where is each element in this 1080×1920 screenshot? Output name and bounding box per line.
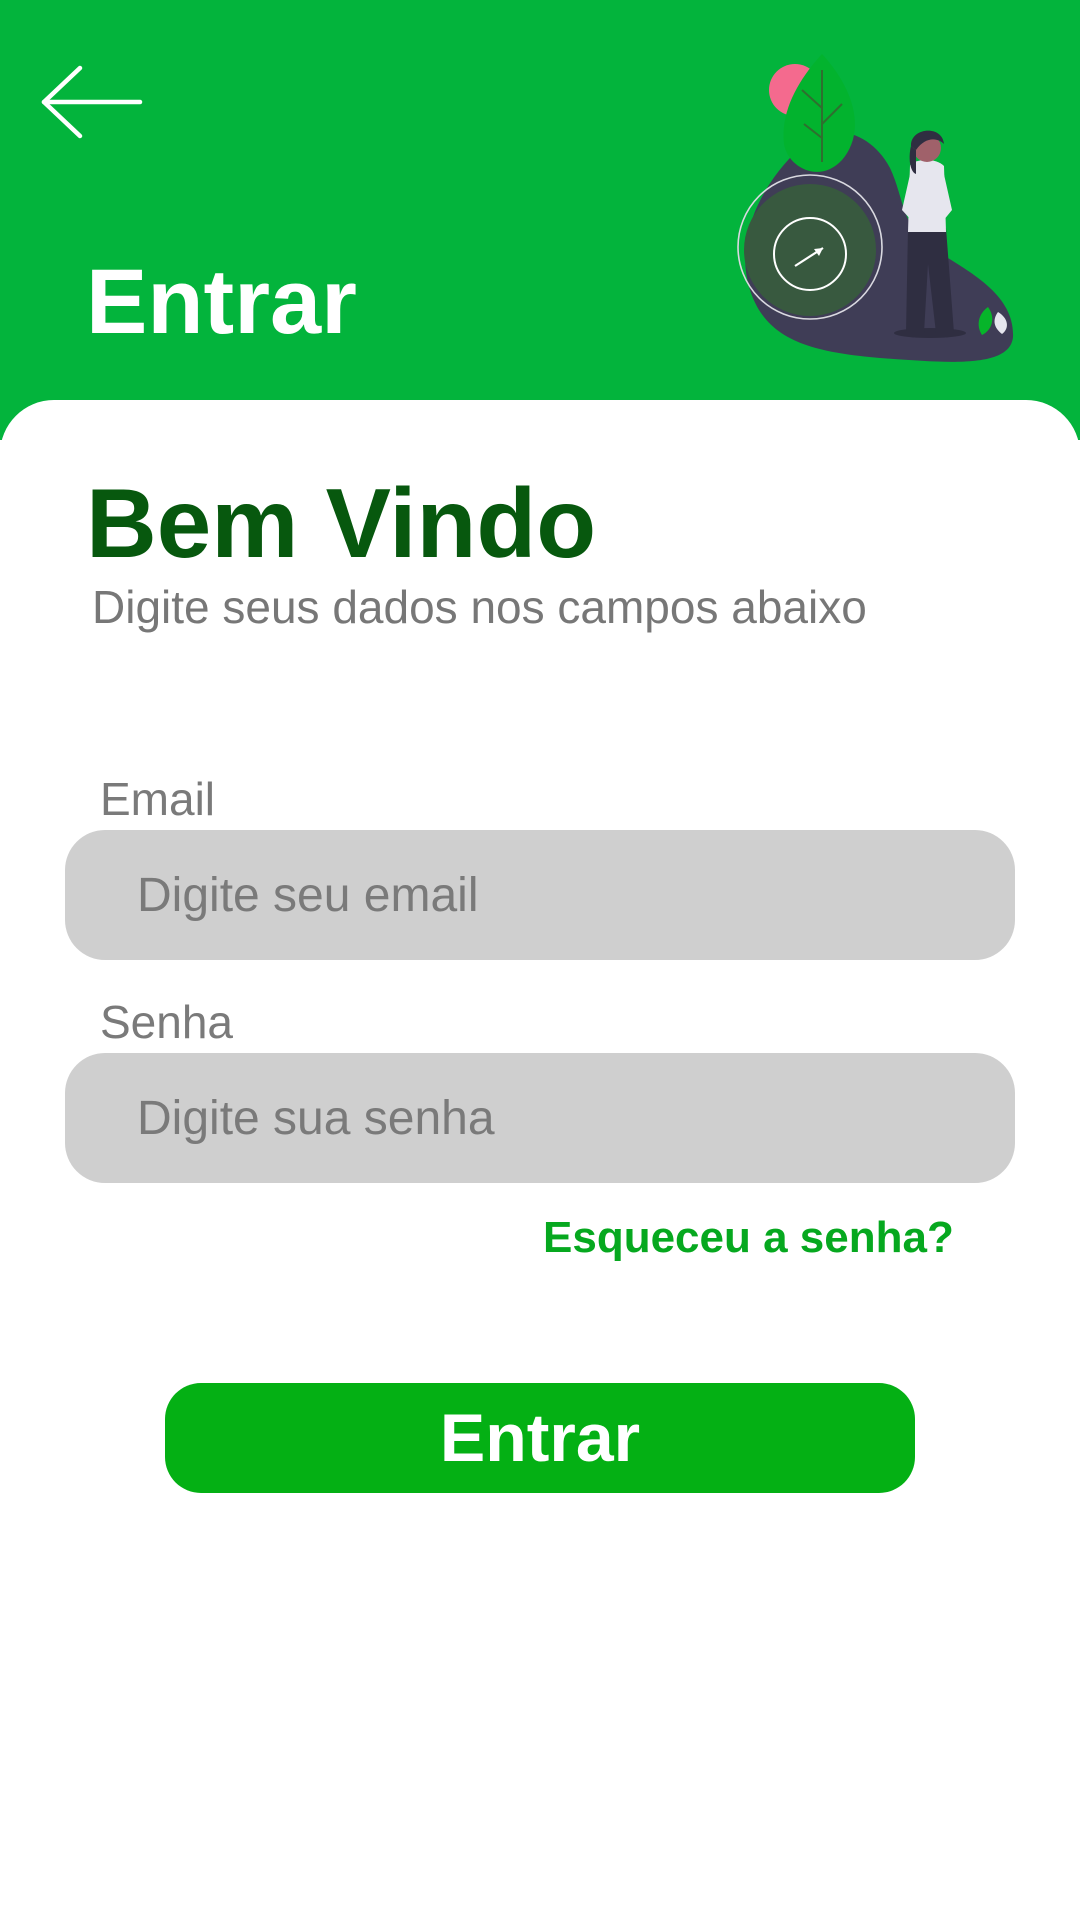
login-button[interactable]: Entrar	[165, 1383, 915, 1493]
welcome-title: Bem Vindo	[86, 468, 597, 578]
password-label: Senha	[100, 996, 234, 1048]
email-label: Email	[100, 773, 216, 825]
arrow-left-icon	[41, 65, 143, 139]
email-field[interactable]	[65, 830, 1015, 960]
header-title: Entrar	[86, 251, 357, 353]
forgot-password-link[interactable]: Esqueceu a senha?	[543, 1216, 954, 1260]
back-button[interactable]	[36, 62, 146, 142]
password-field[interactable]	[65, 1053, 1015, 1183]
welcome-subtitle: Digite seus dados nos campos abaixo	[92, 581, 867, 633]
speed-disc	[744, 184, 876, 316]
header: Entrar	[0, 0, 1080, 440]
login-illustration	[737, 54, 1014, 362]
login-screen: Entrar Bem Vindo Digite seus dados nos c…	[0, 0, 1080, 1920]
